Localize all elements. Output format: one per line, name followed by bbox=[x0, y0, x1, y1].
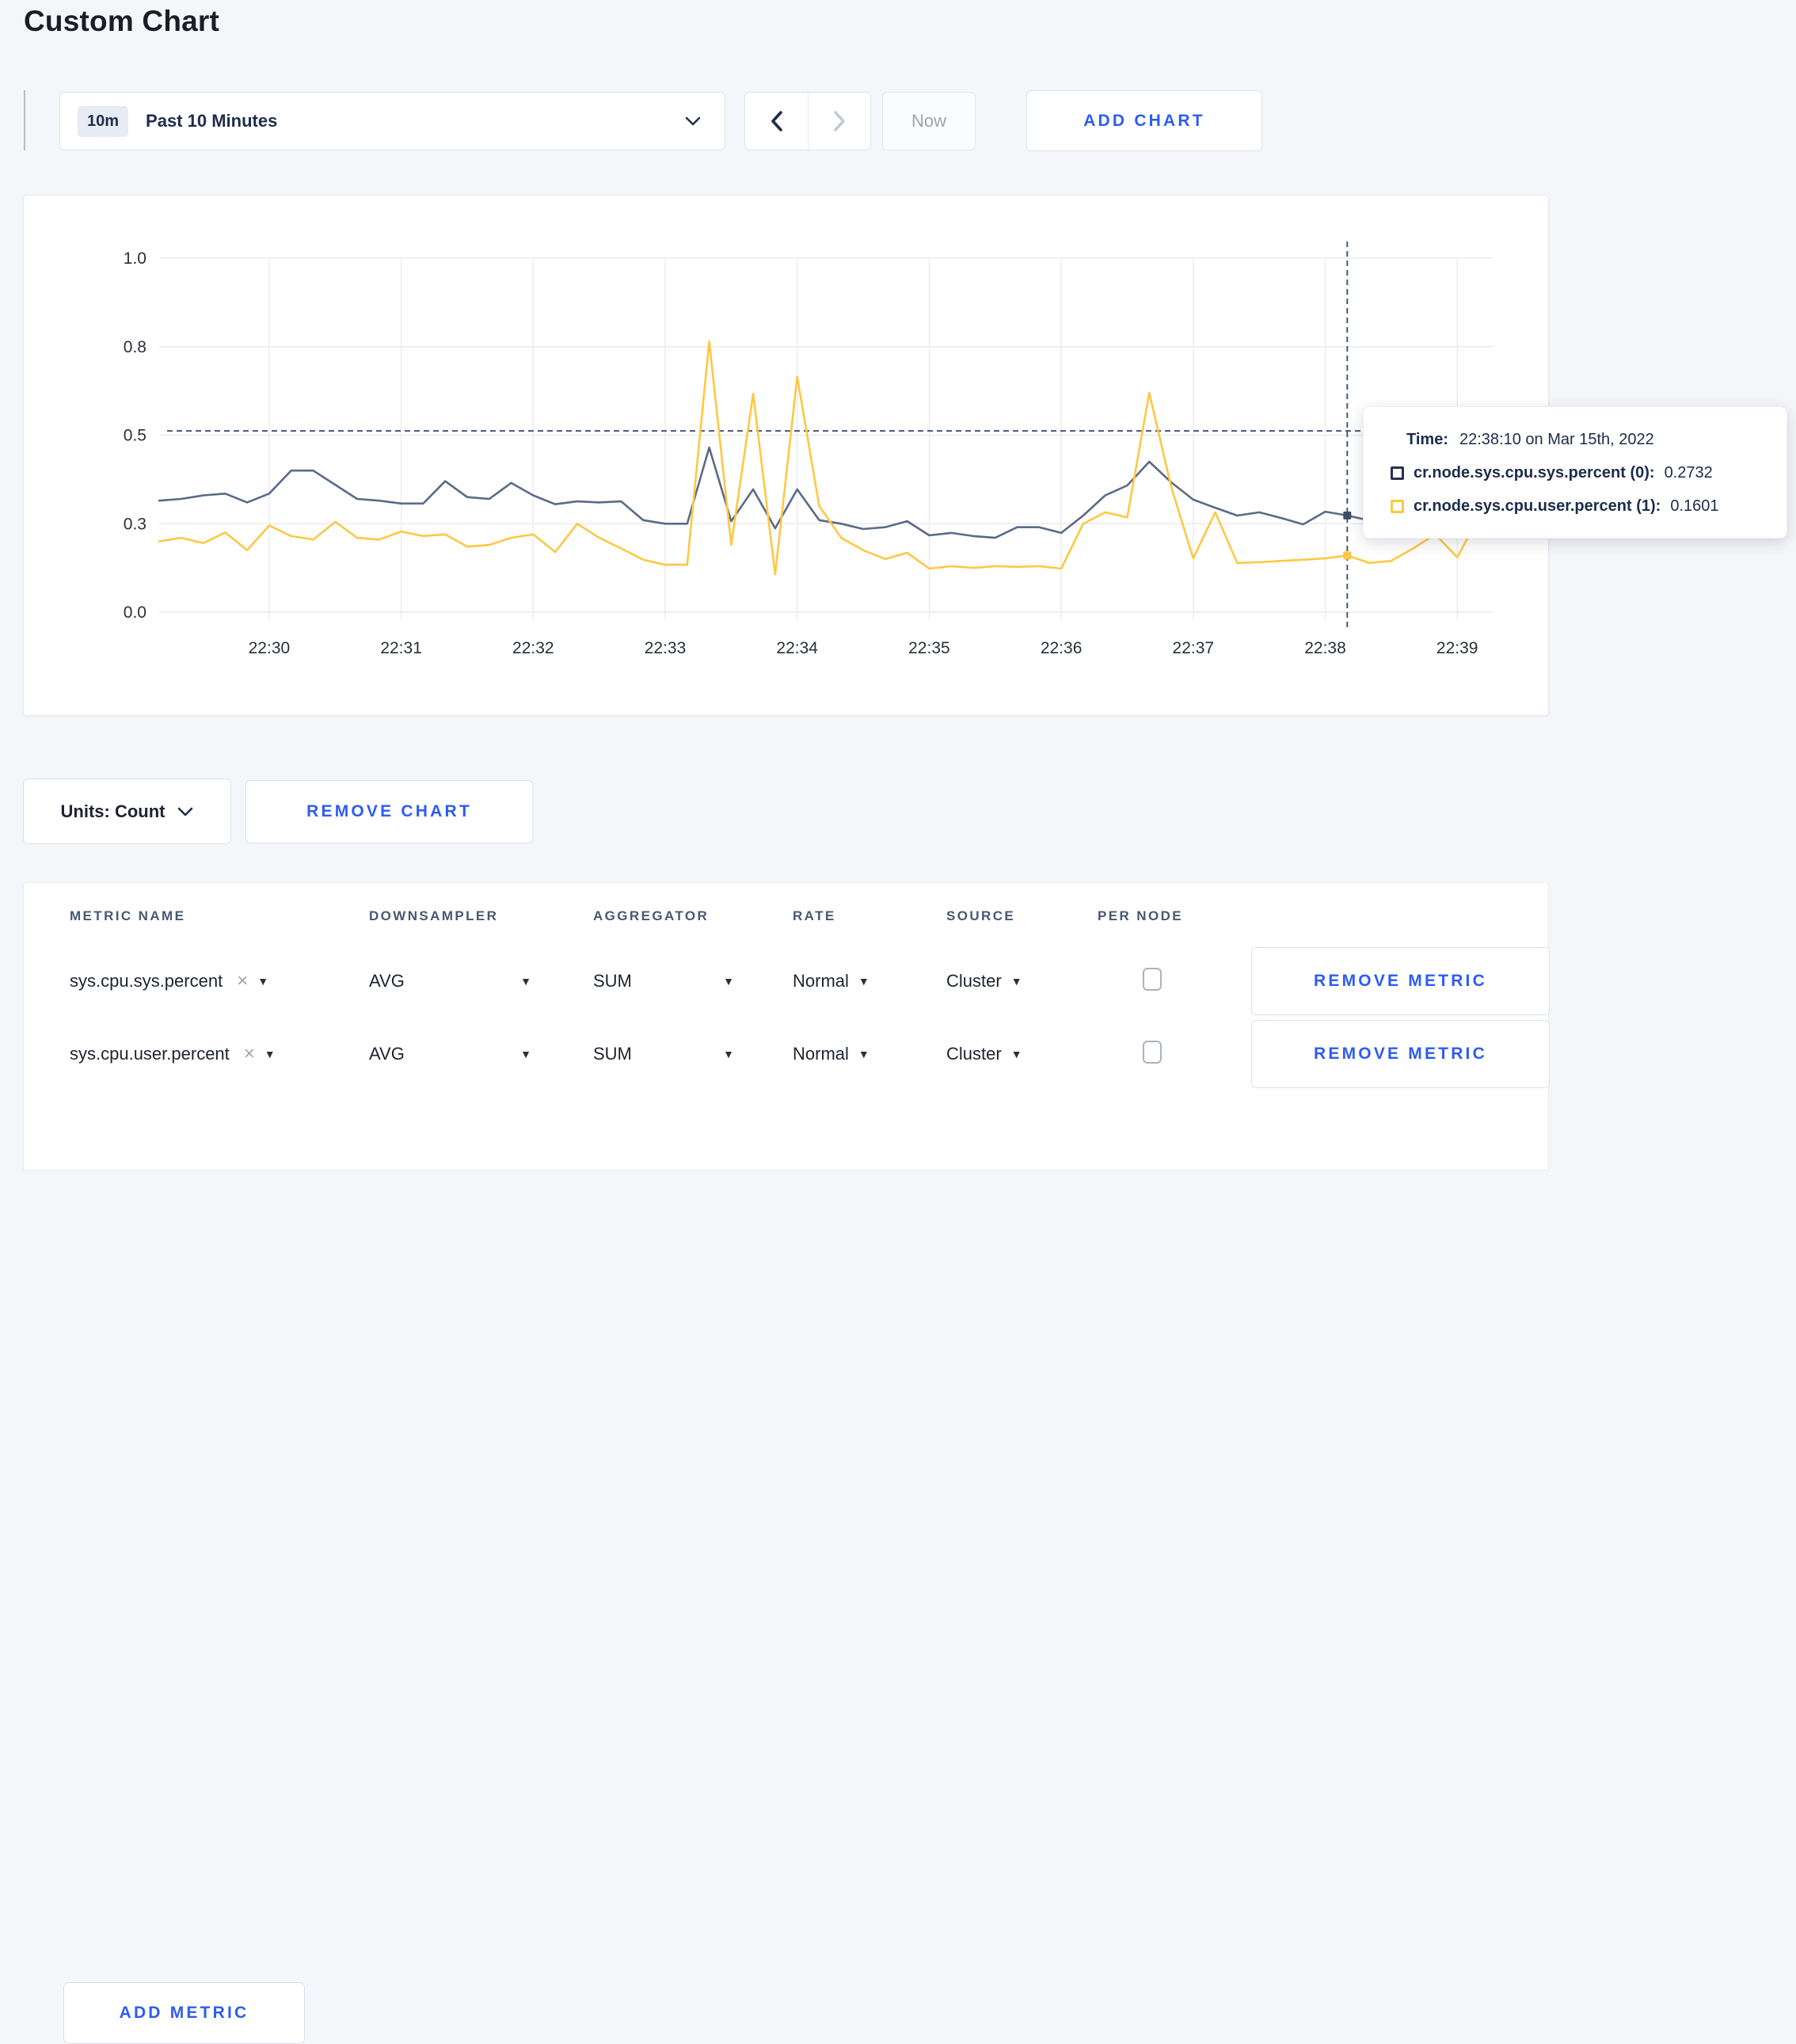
units-dropdown[interactable]: Units: Count bbox=[23, 778, 231, 844]
chevron-left-icon bbox=[771, 111, 782, 131]
x-tick-label: 22:39 bbox=[1436, 639, 1478, 657]
x-tick-label: 22:30 bbox=[249, 639, 291, 657]
col-header-metric-name: METRIC NAME bbox=[70, 908, 186, 923]
remove-metric-button[interactable]: REMOVE METRIC bbox=[1251, 947, 1550, 1015]
time-range-dropdown[interactable]: 10m Past 10 Minutes bbox=[59, 92, 725, 150]
series-swatch-icon bbox=[1391, 499, 1404, 513]
chart-panel: 0.0 0.3 0.5 0.8 1.0 22:30 22:31 22:32 22:33 22:34… bbox=[23, 195, 1549, 716]
source-select[interactable]: Cluster ▼ bbox=[946, 1044, 1098, 1064]
chart-tooltip: Time: 22:38:10 on Mar 15th, 2022 cr.node… bbox=[1363, 406, 1787, 539]
col-header-aggregator: AGGREGATOR bbox=[593, 908, 710, 923]
caret-down-icon: ▼ bbox=[520, 975, 531, 988]
remove-chart-button[interactable]: REMOVE CHART bbox=[245, 780, 533, 843]
metrics-table-header: METRIC NAME DOWNSAMPLER AGGREGATOR RATE … bbox=[24, 883, 1548, 945]
y-tick-label: 0.5 bbox=[124, 427, 146, 445]
source-select[interactable]: Cluster ▼ bbox=[946, 971, 1098, 992]
tooltip-series-row: cr.node.sys.cpu.sys.percent (0): 0.2732 bbox=[1391, 456, 1786, 489]
tooltip-time-label: Time: bbox=[1406, 430, 1448, 448]
chevron-down-icon bbox=[685, 116, 701, 126]
x-tick-label: 22:34 bbox=[776, 639, 818, 657]
x-tick-label: 22:31 bbox=[380, 639, 422, 657]
downsampler-select[interactable]: AVG ▼ bbox=[369, 971, 531, 992]
add-metric-button[interactable]: ADD METRIC bbox=[63, 1982, 305, 2044]
metric-row: sys.cpu.sys.percent × ▼ AVG ▼ SUM ▼ Norm… bbox=[24, 945, 1550, 1018]
now-button[interactable]: Now bbox=[882, 92, 976, 150]
caret-down-icon: ▼ bbox=[858, 1048, 869, 1060]
y-tick-label: 0.3 bbox=[124, 515, 146, 533]
x-tick-label: 22:33 bbox=[645, 639, 687, 657]
chevron-down-icon bbox=[178, 807, 193, 816]
chart-canvas[interactable]: 0.0 0.3 0.5 0.8 1.0 22:30 22:31 22:32 22:33 22:34… bbox=[24, 196, 1550, 717]
rate-select[interactable]: Normal ▼ bbox=[793, 1044, 946, 1064]
tooltip-time-value: 22:38:10 on Mar 15th, 2022 bbox=[1459, 430, 1654, 448]
x-tick-label: 22:37 bbox=[1173, 639, 1215, 657]
metric-name-value: sys.cpu.user.percent bbox=[70, 1044, 230, 1064]
add-chart-button[interactable]: ADD CHART bbox=[1026, 90, 1262, 151]
col-header-rate: RATE bbox=[793, 908, 836, 923]
metrics-table: METRIC NAME DOWNSAMPLER AGGREGATOR RATE … bbox=[23, 882, 1550, 2044]
time-range-label: Past 10 Minutes bbox=[146, 111, 278, 131]
caret-down-icon: ▼ bbox=[723, 1048, 734, 1060]
downsampler-value: AVG bbox=[369, 971, 405, 991]
clear-metric-icon[interactable]: × bbox=[244, 1043, 255, 1065]
time-back-button[interactable] bbox=[745, 93, 808, 150]
hover-marker-0 bbox=[1343, 511, 1352, 520]
tooltip-series-row: cr.node.sys.cpu.user.percent (1): 0.1601 bbox=[1391, 489, 1786, 523]
time-forward-button[interactable] bbox=[808, 93, 870, 150]
source-value: Cluster bbox=[946, 1044, 1002, 1064]
aggregator-select[interactable]: SUM ▼ bbox=[593, 971, 734, 992]
downsampler-value: AVG bbox=[369, 1044, 405, 1064]
hover-marker-1 bbox=[1343, 551, 1352, 560]
units-label: Units: Count bbox=[60, 801, 166, 821]
toolbar-left-divider bbox=[24, 90, 25, 150]
caret-down-icon: ▼ bbox=[520, 1048, 531, 1060]
series-line-1 bbox=[158, 340, 1481, 576]
caret-down-icon: ▼ bbox=[1010, 1048, 1022, 1060]
per-node-checkbox[interactable] bbox=[1143, 968, 1162, 991]
caret-down-icon: ▼ bbox=[723, 975, 734, 988]
rate-value: Normal bbox=[793, 1044, 849, 1064]
chevron-right-icon bbox=[834, 111, 845, 131]
caret-down-icon: ▼ bbox=[264, 1048, 276, 1060]
tooltip-series-value: 0.2732 bbox=[1664, 463, 1713, 482]
rate-value: Normal bbox=[793, 971, 849, 991]
y-tick-label: 0.0 bbox=[124, 603, 146, 622]
aggregator-value: SUM bbox=[593, 1044, 632, 1064]
x-tick-label: 22:38 bbox=[1304, 639, 1346, 657]
clear-metric-icon[interactable]: × bbox=[237, 970, 248, 992]
x-tick-label: 22:35 bbox=[908, 639, 950, 657]
downsampler-select[interactable]: AVG ▼ bbox=[369, 1044, 531, 1064]
page-title: Custom Chart bbox=[24, 5, 220, 37]
col-header-downsampler: DOWNSAMPLER bbox=[369, 908, 499, 923]
gridlines bbox=[159, 257, 1493, 620]
caret-down-icon: ▼ bbox=[1010, 975, 1022, 988]
series-swatch-icon bbox=[1391, 466, 1404, 480]
tooltip-time-row: Time: 22:38:10 on Mar 15th, 2022 bbox=[1391, 423, 1786, 456]
remove-metric-button[interactable]: REMOVE METRIC bbox=[1251, 1020, 1550, 1088]
tooltip-series-label: cr.node.sys.cpu.sys.percent (0): bbox=[1414, 463, 1655, 482]
tooltip-series-value: 0.1601 bbox=[1670, 497, 1719, 515]
metric-name-select[interactable]: sys.cpu.sys.percent × ▼ bbox=[70, 970, 369, 992]
caret-down-icon: ▼ bbox=[257, 975, 269, 988]
metric-name-select[interactable]: sys.cpu.user.percent × ▼ bbox=[70, 1043, 369, 1065]
x-tick-label: 22:36 bbox=[1041, 639, 1083, 657]
y-tick-label: 0.8 bbox=[124, 338, 146, 356]
aggregator-value: SUM bbox=[593, 971, 632, 991]
col-header-per-node: PER NODE bbox=[1098, 908, 1183, 923]
time-range-badge: 10m bbox=[78, 105, 129, 137]
col-header-source: SOURCE bbox=[946, 908, 1016, 923]
source-value: Cluster bbox=[946, 971, 1002, 991]
time-step-buttons bbox=[744, 92, 871, 150]
rate-select[interactable]: Normal ▼ bbox=[793, 971, 946, 992]
metric-row: sys.cpu.user.percent × ▼ AVG ▼ SUM ▼ Nor… bbox=[24, 1018, 1550, 1091]
tooltip-series-label: cr.node.sys.cpu.user.percent (1): bbox=[1414, 497, 1661, 515]
per-node-checkbox[interactable] bbox=[1143, 1041, 1162, 1064]
caret-down-icon: ▼ bbox=[858, 975, 869, 988]
metric-name-value: sys.cpu.sys.percent bbox=[70, 971, 223, 991]
y-tick-label: 1.0 bbox=[124, 249, 146, 268]
axis-labels: 0.0 0.3 0.5 0.8 1.0 22:30 22:31 22:32 22:33 22:34… bbox=[124, 249, 1478, 657]
x-tick-label: 22:32 bbox=[512, 639, 554, 657]
aggregator-select[interactable]: SUM ▼ bbox=[593, 1044, 734, 1064]
